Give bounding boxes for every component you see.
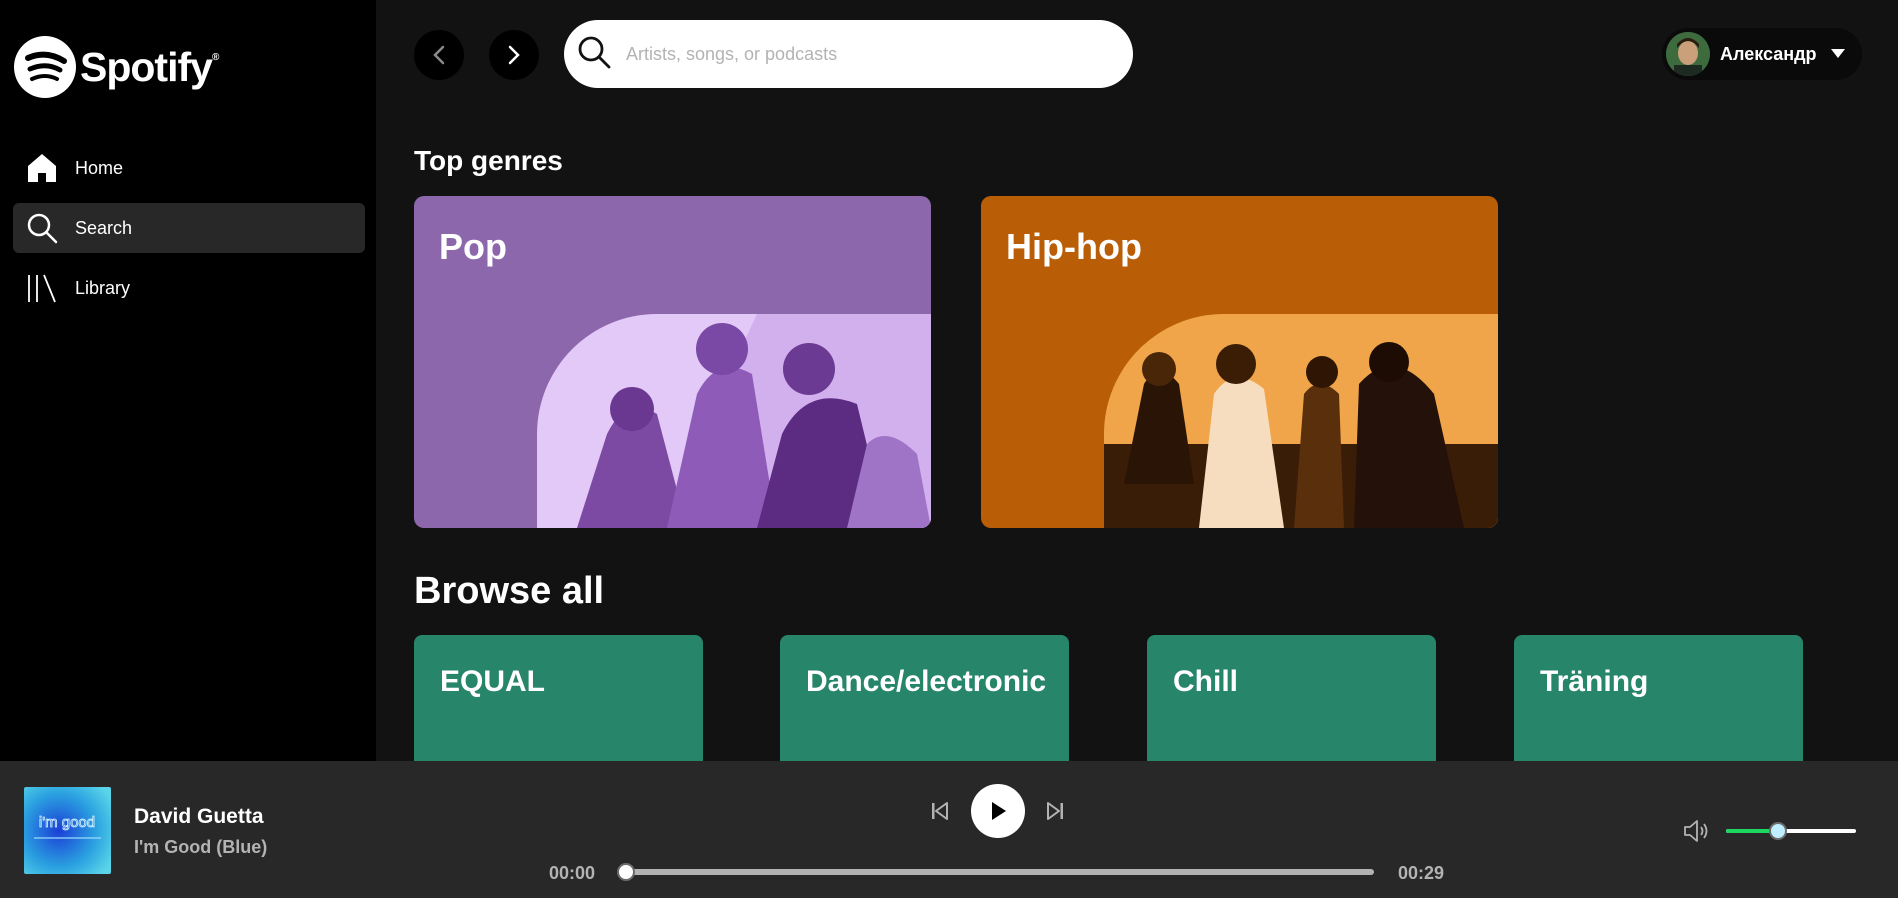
sidebar-item-library[interactable]: Library (13, 263, 365, 313)
genre-card-label: Pop (439, 226, 507, 267)
sidebar: Spotify® Home Search Library (0, 0, 376, 761)
genre-card-label: Hip-hop (1006, 226, 1142, 267)
search-input[interactable] (626, 43, 1086, 65)
elapsed-time: 00:00 (549, 863, 596, 883)
volume-button[interactable] (1682, 817, 1710, 845)
search-icon (576, 34, 612, 75)
user-menu-button[interactable]: Александр (1662, 28, 1862, 80)
track-title[interactable]: I'm Good (Blue) (134, 837, 267, 858)
sidebar-item-label: Library (75, 277, 131, 298)
sidebar-nav: Home Search Library (13, 143, 365, 323)
browse-card-dance-electronic[interactable]: Dance/electronic (780, 635, 1069, 761)
sidebar-item-label: Search (75, 217, 133, 238)
pop-artwork-image (537, 314, 931, 528)
browse-card-equal[interactable]: EQUAL (414, 635, 703, 761)
sidebar-item-home[interactable]: Home (13, 143, 365, 193)
browse-card-label: Chill (1173, 665, 1238, 698)
spotify-logo[interactable]: Spotify® (14, 36, 219, 98)
volume-handle[interactable] (1769, 822, 1787, 840)
main-content: Александр Top genres Pop (376, 0, 1898, 761)
skip-forward-icon (1047, 802, 1063, 820)
spotify-app: Spotify® Home Search Library Artists, so… (0, 0, 1898, 898)
browse-card-label: Dance/electronic (806, 665, 1047, 698)
genre-card-pop[interactable]: Pop (414, 196, 931, 528)
library-icon (26, 272, 58, 304)
home-icon (26, 152, 58, 184)
play-icon (992, 802, 1006, 820)
album-cover-title: i'm good (39, 814, 95, 831)
search-bar[interactable] (564, 20, 1133, 88)
play-button[interactable] (971, 784, 1025, 838)
user-name: Александр (1720, 43, 1817, 64)
browse-card-chill[interactable]: Chill (1147, 635, 1436, 761)
browse-card-traning[interactable]: Träning (1514, 635, 1803, 761)
progress-handle[interactable] (617, 863, 635, 881)
browse-all-heading: Browse all (414, 570, 605, 612)
sidebar-item-search[interactable]: Search (13, 203, 365, 253)
avatar (1666, 32, 1710, 76)
volume-icon (1684, 820, 1708, 842)
genre-card-hip-hop[interactable]: Hip-hop (981, 196, 1498, 528)
browse-card-label: Träning (1540, 665, 1649, 698)
back-button[interactable] (414, 30, 464, 80)
playback-progress-bar[interactable] (617, 863, 1374, 881)
hip-hop-artwork-image (1104, 314, 1498, 528)
search-icon (26, 212, 58, 244)
next-track-button[interactable] (1043, 799, 1067, 823)
caret-down-icon (1830, 49, 1845, 58)
top-genres-heading: Top genres (414, 145, 563, 176)
skip-back-icon (932, 802, 948, 820)
chevron-right-icon (508, 45, 520, 65)
track-artist[interactable]: David Guetta (134, 805, 264, 829)
spotify-wordmark: Spotify® (80, 43, 219, 90)
total-time: 00:29 (1398, 863, 1445, 883)
player-bar: i'm good David Guetta I'm Good (Blue) 00… (0, 761, 1898, 898)
volume-slider[interactable] (1726, 822, 1856, 840)
forward-button[interactable] (489, 30, 539, 80)
spotify-logo-icon (14, 36, 76, 98)
album-cover[interactable]: i'm good (24, 787, 111, 874)
browse-card-label: EQUAL (440, 665, 545, 698)
previous-track-button[interactable] (928, 799, 952, 823)
sidebar-item-label: Home (75, 157, 124, 178)
chevron-left-icon (433, 45, 445, 65)
